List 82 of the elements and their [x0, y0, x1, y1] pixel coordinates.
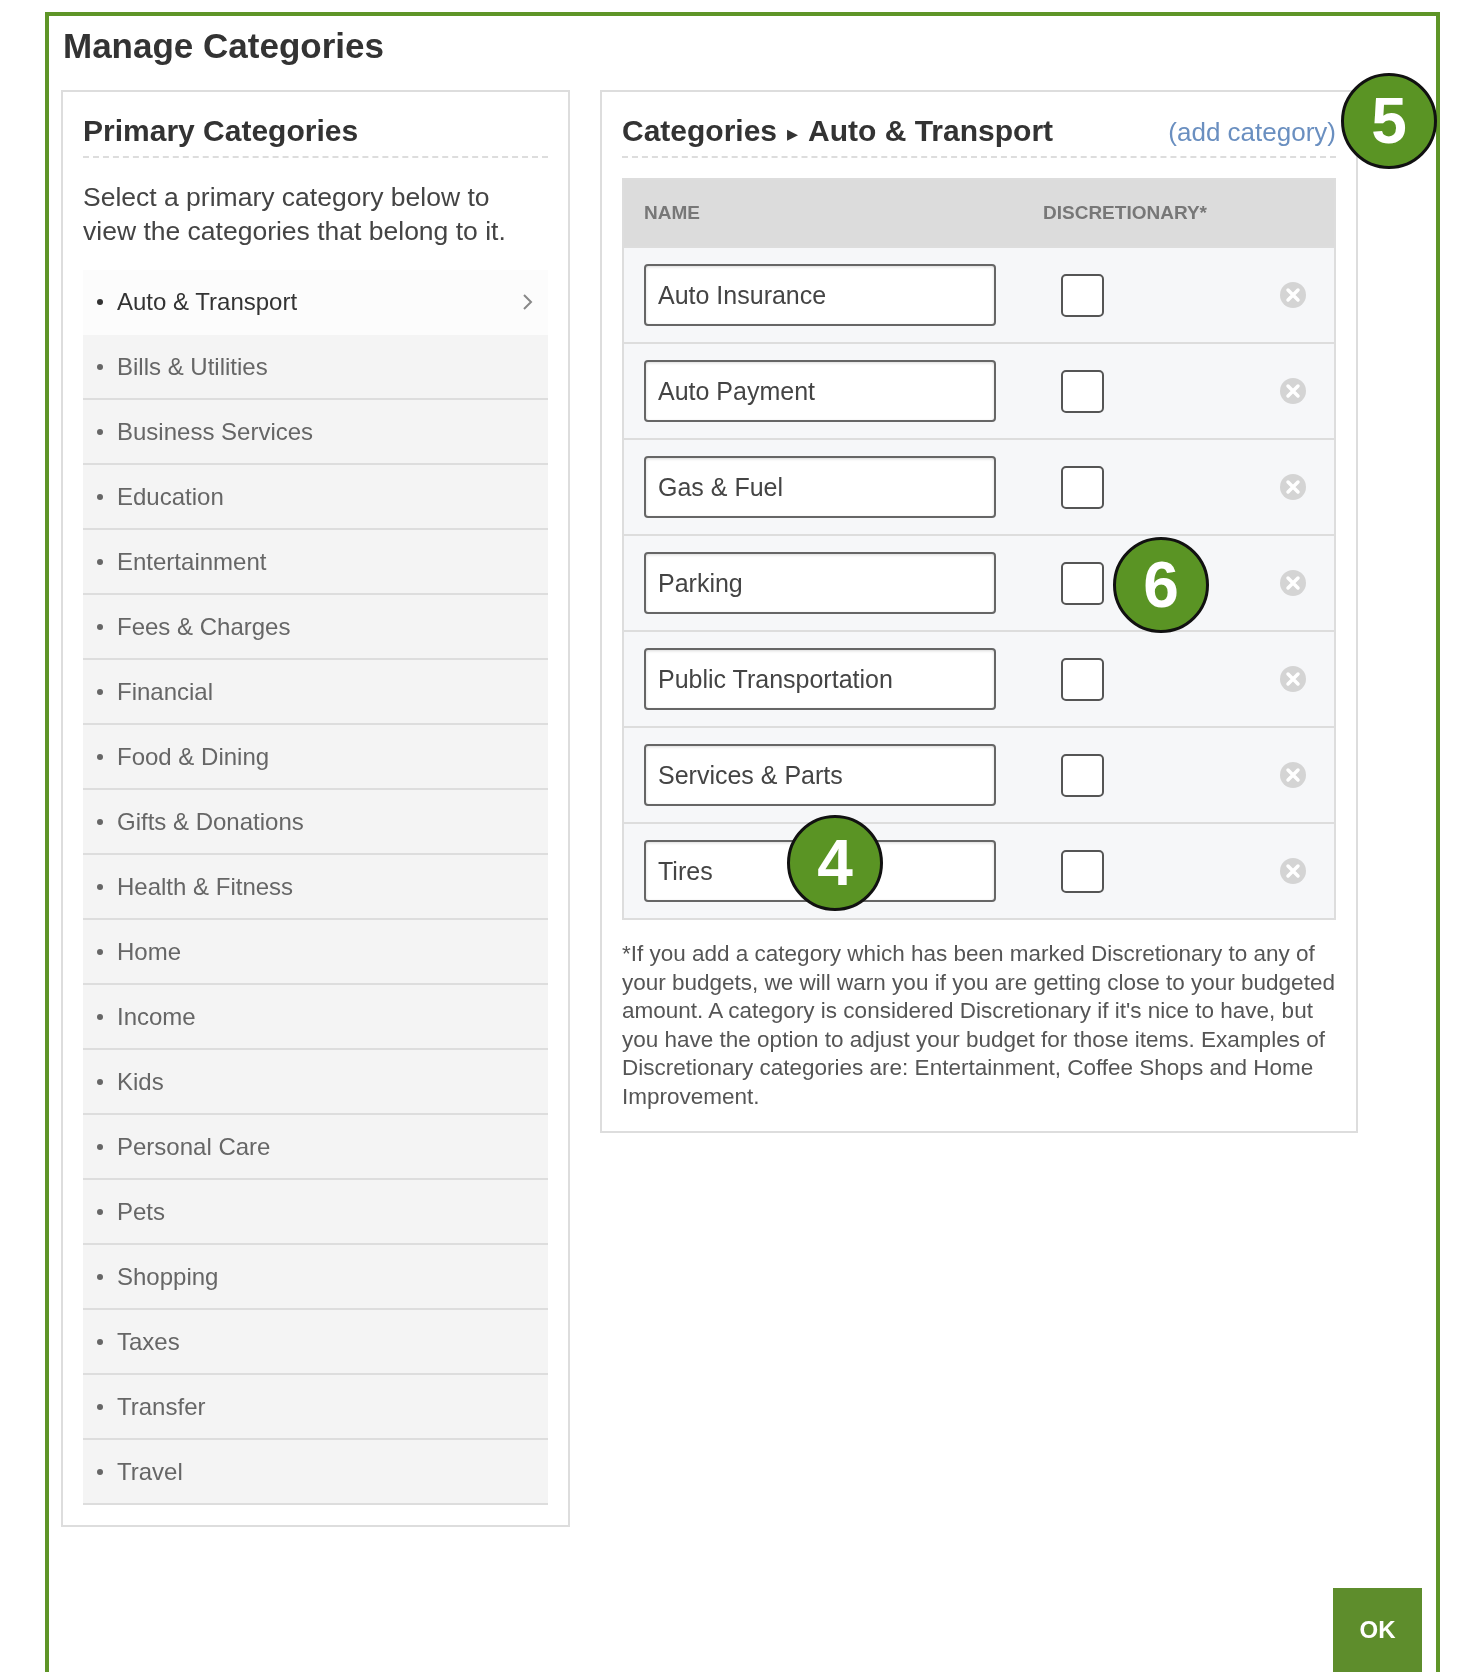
bullet-icon: [97, 1013, 103, 1020]
column-header: NAME: [643, 202, 701, 224]
category-label: Auto & Transport: [117, 287, 299, 316]
bullet-icon: [97, 818, 103, 825]
add-category-link[interactable]: (add category): [1168, 117, 1336, 148]
category-label: Financial: [117, 677, 215, 706]
dialog-title: Manage Categories: [63, 26, 384, 66]
category-item[interactable]: Personal Care: [83, 1115, 548, 1180]
footnote: *If you add a category which has been marked Discretionary to any of your budgets, we will warn you if you are getting close to your budgeted amount. A category is considered Discretionary if it's nice to have, but you have the option to adjust your budget for those items. Examples of Discretionary categories are: Entertainment, Coffee Shops and Home Improvement.: [622, 940, 1336, 1111]
category-label: Fees & Charges: [117, 612, 292, 641]
bullet-icon: [97, 1338, 103, 1345]
bullet-icon: [97, 1403, 103, 1410]
category-label: Taxes: [117, 1327, 181, 1356]
discretionary-checkbox[interactable]: [1061, 369, 1104, 413]
category-item[interactable]: Gifts & Donations: [83, 790, 548, 855]
ok-button[interactable]: OK: [1333, 1588, 1422, 1672]
category-label: Food & Dining: [117, 742, 271, 771]
step-callout-tooltip: 5: [1341, 73, 1437, 169]
category-label: Travel: [117, 1457, 184, 1486]
breadcrumb-root[interactable]: Categories: [622, 114, 778, 148]
name-field[interactable]: Parking: [644, 552, 996, 614]
column-header: DISCRETIONARY*: [1043, 202, 1207, 224]
category-item[interactable]: Income: [83, 985, 548, 1050]
category-label: Pets: [117, 1197, 167, 1226]
discretionary-checkbox[interactable]: [1061, 561, 1104, 605]
category-item[interactable]: Travel: [83, 1440, 548, 1505]
panel-heading: Primary Categories: [83, 114, 359, 148]
category-item[interactable]: Business Services: [83, 400, 548, 465]
discretionary-checkbox[interactable]: [1061, 849, 1104, 893]
discretionary-checkbox[interactable]: [1061, 657, 1104, 701]
category-item[interactable]: Health & Fitness: [83, 855, 548, 920]
category-item[interactable]: Shopping: [83, 1245, 548, 1310]
category-label: Entertainment: [117, 547, 268, 576]
name-field[interactable]: Public Transportation: [644, 648, 996, 710]
breadcrumb-separator: ▸: [787, 121, 799, 147]
category-label: Personal Care: [117, 1132, 272, 1161]
bullet-icon: [97, 623, 103, 630]
name-field[interactable]: Gas & Fuel: [644, 456, 996, 518]
name-field[interactable]: Services & Parts: [644, 744, 996, 806]
discretionary-checkbox[interactable]: [1061, 273, 1104, 317]
category-label: Bills & Utilities: [117, 352, 269, 381]
category-label: Education: [117, 482, 225, 511]
category-item[interactable]: Pets: [83, 1180, 548, 1245]
bullet-icon: [97, 1078, 103, 1085]
category-label: Home: [117, 937, 183, 966]
category-item[interactable]: Transfer: [83, 1375, 548, 1440]
category-item[interactable]: Entertainment: [83, 530, 548, 595]
category-item[interactable]: Kids: [83, 1050, 548, 1115]
panel-description: Select a primary category below to view the categories that belong to it.: [83, 181, 507, 248]
bullet-icon: [97, 1273, 103, 1280]
bullet-icon: [97, 688, 103, 695]
category-label: Income: [117, 1002, 197, 1031]
category-item[interactable]: Financial: [83, 660, 548, 725]
bullet-icon: [97, 363, 103, 370]
category-label: Business Services: [117, 417, 315, 446]
discretionary-checkbox[interactable]: [1061, 465, 1104, 509]
category-item[interactable]: Food & Dining: [83, 725, 548, 790]
name-field[interactable]: Auto Payment: [644, 360, 996, 422]
chevron-icon: [522, 292, 534, 311]
breadcrumb-current: Auto & Transport: [808, 114, 1054, 148]
category-label: Shopping: [117, 1262, 220, 1291]
bullet-icon: [97, 1143, 103, 1150]
category-item[interactable]: Home: [83, 920, 548, 985]
bullet-icon: [97, 493, 103, 500]
bullet-icon: [97, 428, 103, 435]
bullet-icon: [97, 1208, 103, 1215]
category-item[interactable]: Fees & Charges: [83, 595, 548, 660]
bullet-icon: [97, 298, 103, 305]
name-field[interactable]: Auto Insurance: [644, 264, 996, 326]
discretionary-checkbox[interactable]: [1061, 753, 1104, 797]
bullet-icon: [97, 558, 103, 565]
bullet-icon: [97, 1468, 103, 1475]
bullet-icon: [97, 753, 103, 760]
category-label: Kids: [117, 1067, 165, 1096]
category-label: Health & Fitness: [117, 872, 295, 901]
category-item[interactable]: Taxes: [83, 1310, 548, 1375]
category-label: Gifts & Donations: [117, 807, 305, 836]
bullet-icon: [97, 883, 103, 890]
category-item[interactable]: Education: [83, 465, 548, 530]
category-label: Transfer: [117, 1392, 207, 1421]
category-item[interactable]: Bills & Utilities: [83, 335, 548, 400]
bullet-icon: [97, 948, 103, 955]
